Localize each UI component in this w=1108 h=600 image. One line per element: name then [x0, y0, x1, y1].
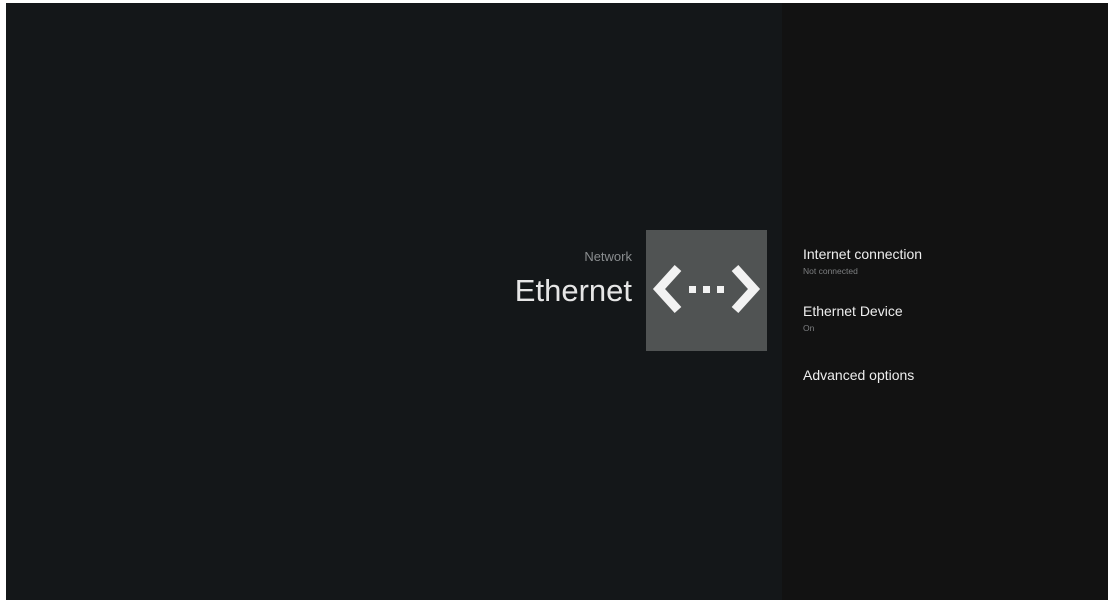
menu-item-title: Ethernet Device — [803, 303, 903, 319]
ethernet-icon-tile — [646, 230, 767, 351]
page-title: Ethernet — [514, 273, 632, 308]
menu-item-internet-connection[interactable]: Internet connection Not connected — [803, 245, 1083, 277]
menu-item-ethernet-device[interactable]: Ethernet Device On — [803, 302, 1083, 334]
menu-item-title: Advanced options — [803, 367, 915, 383]
menu-item-subtitle: Not connected — [803, 266, 858, 276]
breadcrumb: Network — [584, 249, 632, 264]
menu-item-title: Internet connection — [803, 246, 923, 262]
menu-item-subtitle: On — [803, 323, 815, 333]
menu-item-advanced-options[interactable]: Advanced options — [803, 366, 1083, 384]
ethernet-icon — [652, 264, 761, 314]
